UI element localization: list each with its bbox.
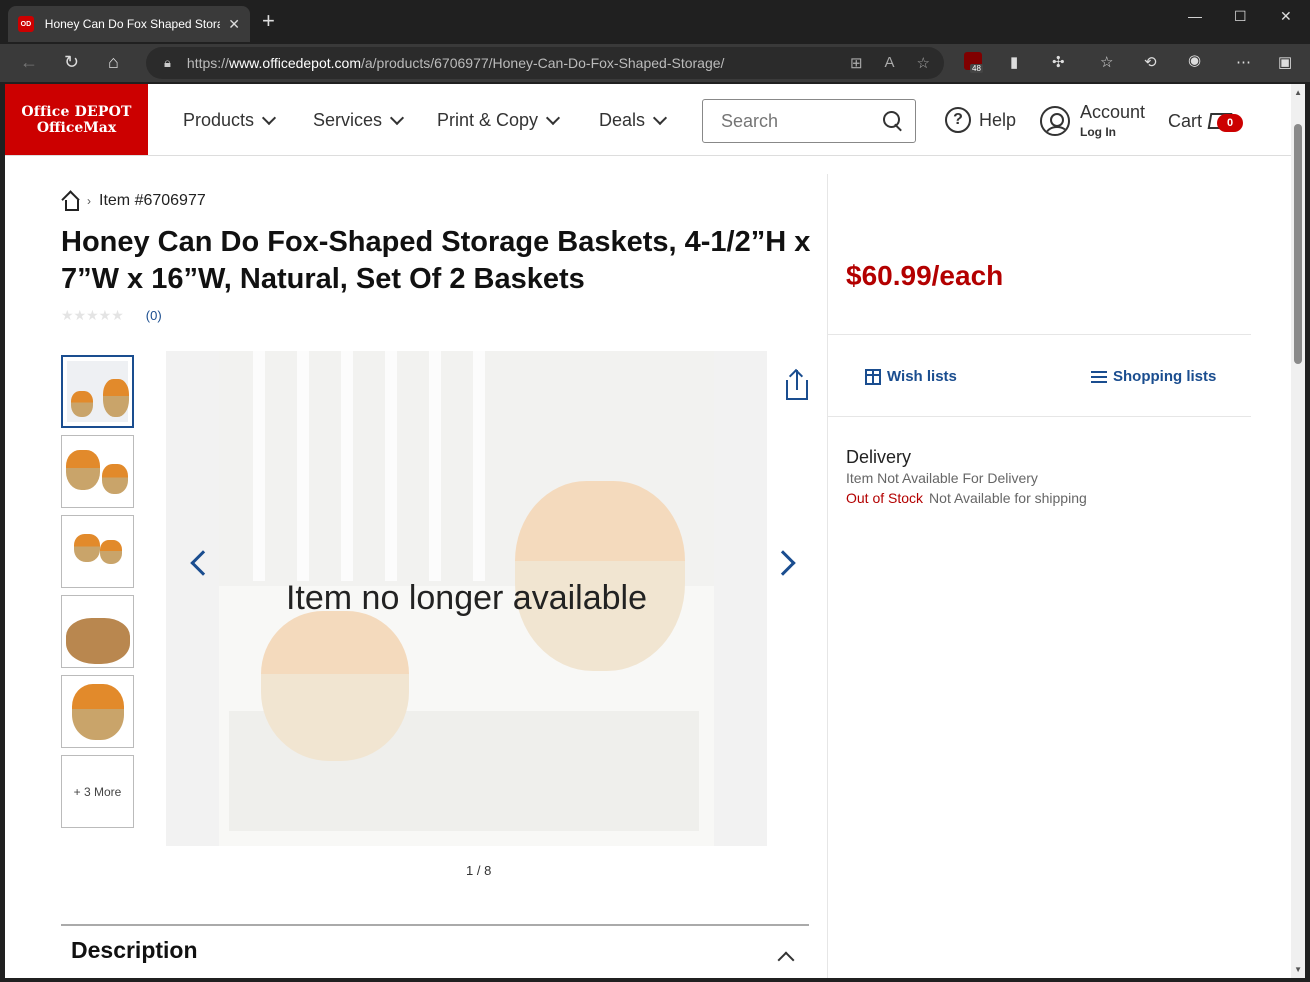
item-number: Item #6706977 [99, 192, 206, 209]
favorite-star-icon[interactable]: ☆ [917, 54, 930, 72]
next-image-arrow-icon[interactable] [770, 550, 796, 576]
main-product-image: Item no longer available [166, 351, 767, 846]
product-title: Honey Can Do Fox-Shaped Storage Baskets,… [61, 226, 811, 295]
scrollbar-thumb[interactable] [1294, 124, 1302, 364]
thumbnail-2[interactable] [61, 435, 134, 508]
chevron-down-icon [389, 110, 405, 125]
extensions-puzzle-icon[interactable]: ✣ [1052, 53, 1065, 71]
gift-icon [865, 368, 881, 385]
tab-title: Honey Can Do Fox Shaped Storag [44, 17, 221, 31]
breadcrumb: › Item #6706977 [61, 192, 206, 211]
sidebar-toggle-icon[interactable]: ▣ [1278, 53, 1292, 71]
nav-deals[interactable]: Deals [599, 110, 668, 131]
address-bar[interactable]: 🔒︎ https://www.officedepot.com/a/product… [146, 47, 944, 79]
chevron-down-icon [261, 110, 277, 125]
nav-products[interactable]: Products [183, 110, 277, 131]
browser-toolbar: ← ↻ ⌂ 🔒︎ https://www.officedepot.com/a/p… [0, 44, 1310, 82]
new-tab-icon[interactable]: + [262, 10, 275, 32]
lock-icon: 🔒︎ [164, 55, 171, 70]
page-viewport: Office DEPOT OfficeMax Products Services… [5, 84, 1305, 978]
account-link[interactable]: Account Log In [1040, 102, 1145, 139]
search-icon[interactable] [883, 111, 903, 131]
page-scrollbar[interactable]: ▲ ▼ [1291, 84, 1305, 978]
more-images-button[interactable]: + 3 More [61, 755, 134, 828]
item-unavailable-overlay: Item no longer available [285, 579, 647, 617]
out-of-stock-label: Out of Stock [846, 490, 924, 506]
office-depot-logo[interactable]: Office DEPOT OfficeMax [5, 84, 148, 155]
rating-summary: ★★★★★ (0) [61, 307, 162, 324]
scroll-up-icon[interactable]: ▲ [1294, 88, 1302, 97]
review-count-link[interactable]: (0) [146, 308, 162, 323]
delivery-status: Item Not Available For Delivery [846, 470, 1038, 486]
help-link[interactable]: ? Help [945, 107, 1016, 133]
star-rating-icon: ★★★★★ [61, 307, 124, 323]
scroll-down-icon[interactable]: ▼ [1294, 965, 1302, 974]
nav-services[interactable]: Services [313, 110, 405, 131]
app-available-icon[interactable]: ⊞ [850, 54, 863, 72]
site-header: Office DEPOT OfficeMax Products Services… [5, 84, 1291, 156]
description-heading[interactable]: Description [71, 937, 198, 964]
maximize-icon[interactable]: ☐ [1234, 8, 1247, 25]
url-text: https://www.officedepot.com/a/products/6… [186, 55, 725, 71]
extension-shield-icon[interactable]: ▮ [1010, 53, 1018, 71]
wish-lists-link[interactable]: Wish lists [865, 368, 957, 385]
thumbnail-3[interactable] [61, 515, 134, 588]
home-icon[interactable] [61, 192, 79, 211]
chevron-up-icon[interactable] [777, 951, 795, 969]
breadcrumb-separator-icon: › [87, 194, 91, 208]
back-icon[interactable]: ← [20, 52, 38, 72]
login-link[interactable]: Log In [1080, 125, 1145, 139]
stock-status: Out of Stock Not Available for shipping [846, 490, 1087, 506]
reload-icon[interactable]: ↻ [64, 52, 79, 72]
favorites-icon[interactable]: ☆ [1100, 53, 1113, 71]
cart-count-badge: 0 [1217, 114, 1243, 132]
read-aloud-icon[interactable]: A [885, 54, 895, 72]
thumbnail-5[interactable] [61, 675, 134, 748]
window-close-icon[interactable]: ✕ [1280, 8, 1292, 25]
search-box [702, 99, 916, 143]
description-divider [61, 924, 809, 926]
copilot-icon[interactable]: ◉ [1188, 51, 1201, 69]
image-pager: 1 / 8 [466, 863, 492, 878]
thumbnail-list: + 3 More [61, 355, 134, 828]
chevron-down-icon [545, 110, 561, 125]
ublock-count-badge: 48 [970, 64, 983, 73]
thumbnail-1[interactable] [61, 355, 134, 428]
browser-tab[interactable]: OD Honey Can Do Fox Shaped Storag ✕ [8, 6, 250, 42]
delivery-heading: Delivery [846, 447, 912, 467]
thumbnail-4[interactable] [61, 595, 134, 668]
shipping-status: Not Available for shipping [929, 490, 1087, 506]
share-icon[interactable] [786, 368, 808, 400]
home-browser-icon[interactable]: ⌂ [108, 52, 119, 72]
search-input[interactable] [721, 110, 871, 132]
office-depot-favicon-icon: OD [18, 16, 34, 32]
tab-close-icon[interactable]: ✕ [228, 16, 240, 33]
shopping-lists-link[interactable]: Shopping lists [1091, 368, 1216, 385]
list-icon [1091, 370, 1107, 384]
help-question-icon: ? [945, 107, 971, 133]
browser-titlebar: OD Honey Can Do Fox Shaped Storag ✕ + — … [0, 0, 1310, 44]
user-avatar-icon [1040, 105, 1070, 136]
more-menu-icon[interactable]: ⋯ [1236, 53, 1251, 71]
nav-print-copy[interactable]: Print & Copy [437, 110, 561, 131]
product-price: $60.99/each [846, 260, 1004, 291]
history-icon[interactable]: ⟲ [1144, 53, 1157, 71]
minimize-icon[interactable]: — [1188, 8, 1202, 24]
chevron-down-icon [652, 110, 668, 125]
